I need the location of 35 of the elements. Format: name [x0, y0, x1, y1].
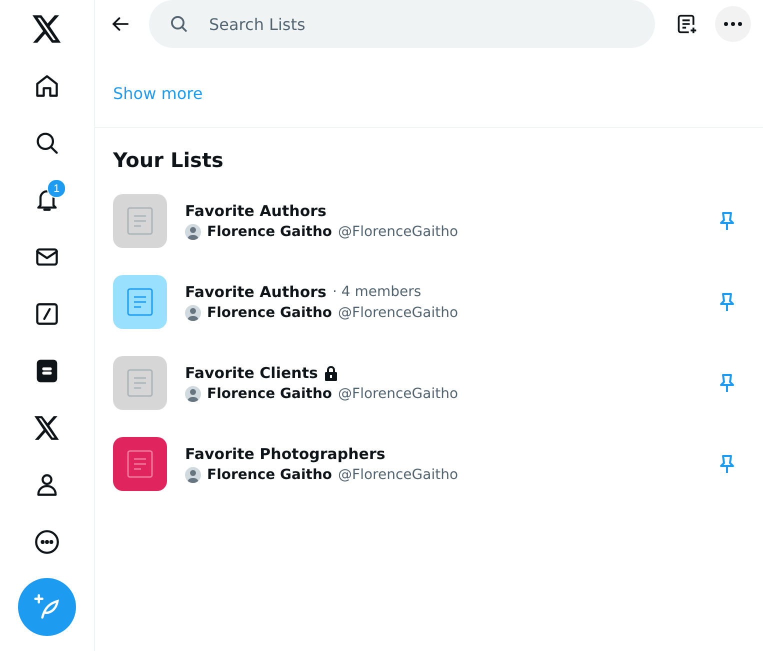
- owner-handle: @FlorenceGaitho: [338, 304, 458, 320]
- document-icon: [127, 450, 153, 478]
- search-field[interactable]: Search Lists: [149, 0, 655, 48]
- section-title: Your Lists: [113, 148, 224, 172]
- avatar: [185, 224, 201, 240]
- owner-handle: @FlorenceGaitho: [338, 224, 458, 240]
- search-icon: [169, 14, 189, 34]
- search-input[interactable]: Search Lists: [207, 14, 635, 34]
- avatar: [185, 386, 201, 402]
- owner-name: Florence Gaitho: [207, 386, 332, 402]
- list-name[interactable]: Favorite Clients: [185, 364, 318, 382]
- member-count: · 4 members: [332, 284, 422, 300]
- list-name[interactable]: Favorite Photographers: [185, 444, 386, 462]
- owner-name: Florence Gaitho: [207, 224, 332, 240]
- back-arrow-icon: [111, 14, 131, 34]
- owner-name: Florence Gaitho: [207, 304, 332, 320]
- avatar: [185, 304, 201, 320]
- notification-badge: 1: [47, 179, 66, 198]
- owner-handle: @FlorenceGaitho: [338, 386, 458, 402]
- new-list-icon: [676, 13, 698, 35]
- document-icon: [127, 368, 153, 396]
- document-icon: [127, 288, 153, 316]
- more-button[interactable]: [715, 6, 751, 42]
- owner-handle: @FlorenceGaitho: [338, 466, 458, 482]
- list-name[interactable]: Favorite Authors: [185, 202, 326, 220]
- avatar: [185, 466, 201, 482]
- pin-icon: [718, 372, 736, 392]
- document-icon: [127, 206, 153, 234]
- pin-icon: [718, 454, 736, 474]
- feather-plus-icon: [33, 593, 61, 621]
- more-icon: [724, 22, 742, 26]
- owner-name: Florence Gaitho: [207, 466, 332, 482]
- pin-icon: [718, 210, 736, 230]
- pin-icon: [718, 292, 736, 312]
- list-name[interactable]: Favorite Authors: [185, 282, 326, 300]
